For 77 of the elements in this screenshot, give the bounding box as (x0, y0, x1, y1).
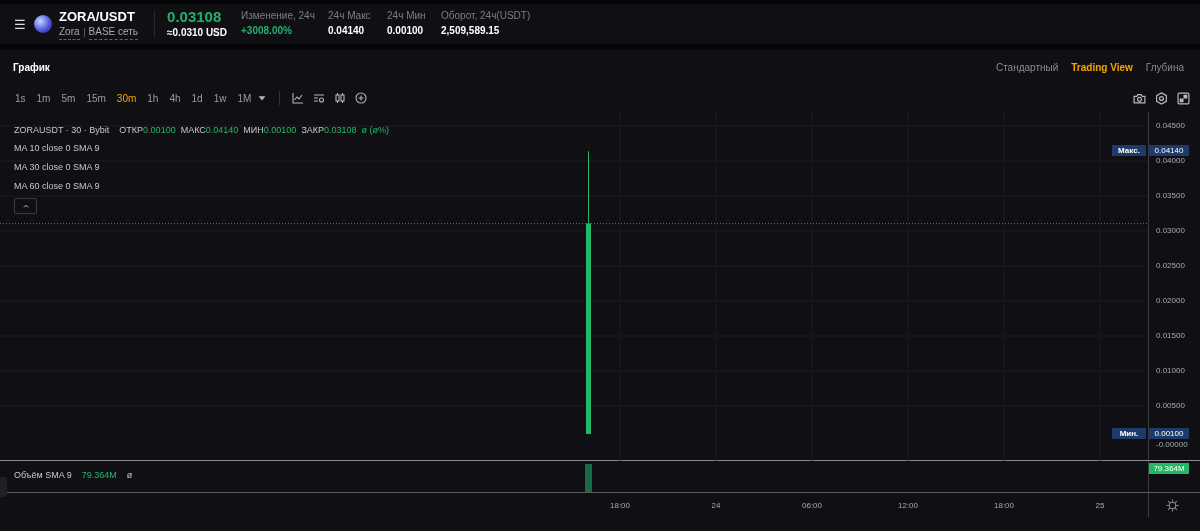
last-price: 0.03108 (167, 8, 223, 26)
stat-label: Оборот, 24ч(USDT) (441, 9, 532, 23)
caret-down-icon[interactable] (257, 93, 268, 103)
price-label: 0.02500 (1156, 261, 1185, 271)
fullscreen-icon[interactable] (1177, 91, 1190, 105)
camera-icon[interactable] (1133, 91, 1146, 105)
network-link[interactable]: BASE сеть (88, 24, 139, 40)
ohlc-value: 0.00100 (143, 123, 176, 137)
max-price-label: 0.04140 (1149, 145, 1189, 157)
time-label: 18:00 (609, 500, 631, 512)
price-label: 0.03000 (1156, 226, 1185, 236)
stat-value: 0.04140 (328, 24, 366, 38)
view-tab[interactable]: Глубина (1145, 59, 1184, 75)
pair-name: ZORA/USDT (59, 8, 136, 25)
interval-tab[interactable]: 1m (36, 90, 51, 106)
symbol-label: ZORAUSDT · 30 · Bybit (14, 123, 110, 137)
indicator-label: MA 60 close 0 SMA 9 (14, 179, 100, 193)
stat-label: Изменение, 24ч (241, 9, 316, 23)
time-label: 25 (1094, 500, 1106, 512)
min-price-label: 0.00100 (1149, 428, 1189, 439)
panel-title: График (13, 60, 50, 75)
price-label: 0.00500 (1156, 401, 1185, 411)
settings-icon[interactable] (1166, 499, 1179, 512)
price-label: 0.03500 (1156, 191, 1185, 201)
interval-tab[interactable]: 15m (86, 90, 106, 106)
stat-label: 24ч Мин (387, 9, 427, 23)
coin-link[interactable]: Zora (59, 24, 80, 40)
ohlc-label: МАКС (180, 123, 206, 137)
interval-tab[interactable]: 1M (237, 90, 252, 106)
settings-icon[interactable] (1155, 91, 1168, 105)
interval-tab[interactable]: 1w (213, 90, 227, 106)
min-tag: Мин. (1112, 428, 1146, 439)
ohlc-label: ЗАКР (301, 123, 325, 137)
line-chart-icon[interactable] (292, 92, 305, 104)
max-tag: Макс. (1112, 145, 1146, 157)
stat-value: 0.00100 (387, 24, 425, 38)
time-label: 12:00 (897, 500, 919, 512)
indicator-label: MA 10 close 0 SMA 9 (14, 141, 100, 155)
stat-label: 24ч Макс (328, 9, 372, 23)
interval-tab[interactable]: 1d (191, 90, 203, 106)
time-label: 18:00 (993, 500, 1015, 512)
add-circle-icon[interactable] (355, 92, 368, 104)
interval-tab[interactable]: 1h (147, 90, 159, 106)
usd-price: ≈0.0310 USD (167, 26, 227, 40)
price-label: 0.04000 (1156, 156, 1185, 166)
volume-value: 79.364M (81, 469, 117, 482)
interval-tab[interactable]: 4h (169, 90, 181, 106)
indicator-label: MA 30 close 0 SMA 9 (14, 160, 100, 174)
stat-value: 2,509,589.15 (441, 24, 501, 38)
price-label: 0.01000 (1156, 366, 1185, 376)
view-tab[interactable]: Стандартный (995, 59, 1059, 75)
stat-value: +3008.00% (241, 24, 293, 38)
change-value: ø (ø%) (361, 123, 390, 137)
time-label: 24 (710, 500, 722, 512)
time-label: 06:00 (801, 500, 823, 512)
volume-bar (585, 464, 592, 492)
ohlc-value: 0.03108 (324, 123, 357, 137)
price-label: 0.04500 (1156, 121, 1185, 131)
price-label: 0.01500 (1156, 331, 1185, 341)
price-label: -0.00000 (1156, 440, 1188, 450)
coin-icon (34, 15, 52, 33)
ohlc-label: МИН (243, 123, 264, 137)
candles-icon[interactable] (334, 92, 347, 104)
menu-button[interactable]: ☰ (14, 17, 26, 31)
interval-tab[interactable]: 1s (15, 90, 26, 106)
chevron-up-icon[interactable] (21, 202, 30, 210)
ohlc-value: 0.00100 (263, 123, 297, 137)
view-tab[interactable]: Trading View (1071, 59, 1133, 75)
volume-extra: ø (126, 469, 133, 482)
interval-tab[interactable]: 30m (116, 90, 137, 106)
ohlc-label: ОТКР (119, 123, 144, 137)
ohlc-value: 0.04140 (205, 123, 239, 137)
indicators-icon[interactable] (313, 92, 326, 104)
interval-tab[interactable]: 5m (61, 90, 76, 106)
volume-label: Объём SMA 9 (14, 469, 72, 482)
volume-axis-label: 79.364M (1149, 463, 1189, 474)
price-label: 0.02000 (1156, 296, 1185, 306)
